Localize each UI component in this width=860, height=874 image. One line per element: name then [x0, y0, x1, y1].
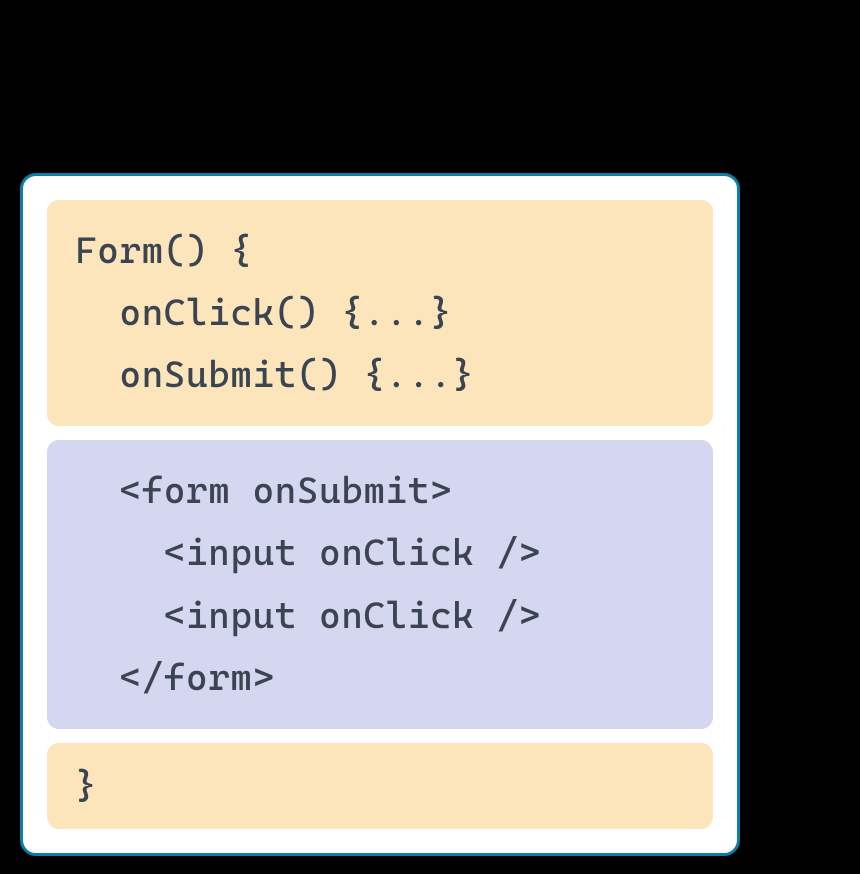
code-line-close-brace: }: [75, 755, 685, 817]
component-close-block: }: [47, 743, 713, 829]
code-line-form-tag-close: </form>: [75, 647, 685, 709]
code-line-onsubmit: onSubmit() {...}: [75, 344, 685, 406]
code-line-form-open: Form() {: [75, 220, 685, 282]
component-diagram: Form() { onClick() {...} onSubmit() {...…: [20, 173, 740, 856]
code-line-input-2: <input onClick />: [75, 585, 685, 647]
code-line-onclick: onClick() {...}: [75, 282, 685, 344]
code-line-input-1: <input onClick />: [75, 522, 685, 584]
code-line-form-tag-open: <form onSubmit>: [75, 460, 685, 522]
component-logic-block: Form() { onClick() {...} onSubmit() {...…: [47, 200, 713, 426]
component-jsx-block: <form onSubmit> <input onClick /> <input…: [47, 440, 713, 729]
